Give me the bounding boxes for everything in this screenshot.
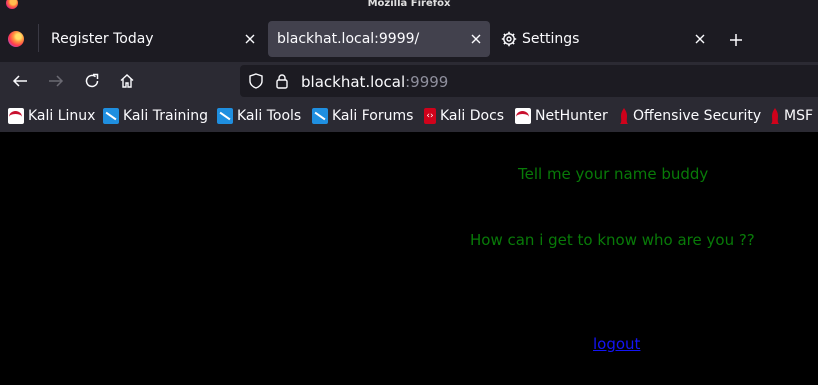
bookmark-nethunter[interactable]: NetHunter (515, 106, 608, 126)
tab-label: Settings (522, 31, 580, 47)
url-bar[interactable]: blackhat.local:9999 (240, 65, 818, 97)
forward-button[interactable] (44, 70, 68, 92)
logout-link[interactable]: logout (593, 335, 640, 353)
navigation-bar: blackhat.local:9999 (0, 62, 818, 101)
tab-settings[interactable]: Settings (492, 21, 714, 57)
url-host: blackhat.local (301, 73, 406, 91)
kali-red-icon (515, 108, 531, 124)
bookmark-msf[interactable]: MSF (770, 106, 813, 126)
tab-label: Register Today (51, 31, 154, 47)
bookmark-label: MSF (784, 108, 814, 124)
kali-icon (217, 108, 233, 124)
tab-register-today[interactable]: Register Today (42, 21, 264, 57)
kali-icon (312, 108, 328, 124)
bookmark-label: Kali Forums (332, 108, 414, 124)
bookmark-kali-linux[interactable]: Kali Linux (8, 106, 95, 126)
bookmark-kali-docs[interactable]: ‹› Kali Docs (424, 106, 504, 126)
tab-blackhat-local[interactable]: blackhat.local:9999/ (268, 21, 490, 57)
offsec-icon (770, 108, 780, 124)
close-icon[interactable] (242, 31, 258, 47)
bookmark-offensive-security[interactable]: Offensive Security (619, 106, 761, 126)
window-title: Mozilla Firefox (367, 0, 451, 9)
bookmark-label: Kali Docs (440, 108, 505, 124)
bookmark-label: NetHunter (535, 108, 608, 124)
back-button[interactable] (8, 70, 32, 92)
bookmark-label: Kali Tools (237, 108, 302, 124)
tab-label: blackhat.local:9999/ (277, 31, 420, 47)
bookmark-kali-training[interactable]: Kali Training (103, 106, 208, 126)
close-icon[interactable] (468, 31, 484, 47)
bookmark-label: Offensive Security (633, 108, 762, 124)
url-port: :9999 (405, 73, 449, 91)
bookmark-label: Kali Linux (28, 108, 96, 124)
new-tab-button[interactable] (724, 28, 748, 52)
page-content: Tell me your name buddy How can i get to… (0, 132, 818, 385)
bookmark-label: Kali Training (123, 108, 208, 124)
lock-icon[interactable] (274, 73, 290, 93)
shield-icon[interactable] (248, 73, 264, 93)
bookmark-kali-tools[interactable]: Kali Tools (217, 106, 301, 126)
kali-red-icon (8, 108, 24, 124)
question-text: How can i get to know who are you ?? (470, 231, 755, 249)
home-button[interactable] (115, 70, 139, 92)
gear-icon (501, 31, 517, 47)
kali-icon (103, 108, 119, 124)
offsec-icon (619, 108, 629, 124)
name-prompt-text: Tell me your name buddy (518, 165, 709, 183)
bookmarks-toolbar: Kali Linux Kali Training Kali Tools Kali… (0, 101, 818, 132)
firefox-logo-icon[interactable] (8, 31, 24, 47)
bookmark-kali-forums[interactable]: Kali Forums (312, 106, 413, 126)
url-text[interactable]: blackhat.local:9999 (301, 73, 448, 91)
tab-separator (38, 24, 39, 52)
window-titlebar: Mozilla Firefox (0, 0, 818, 14)
docs-icon: ‹› (424, 108, 436, 124)
close-icon[interactable] (692, 31, 708, 47)
reload-button[interactable] (80, 70, 104, 92)
tab-bar: Register Today blackhat.local:9999/ Sett… (0, 14, 818, 62)
